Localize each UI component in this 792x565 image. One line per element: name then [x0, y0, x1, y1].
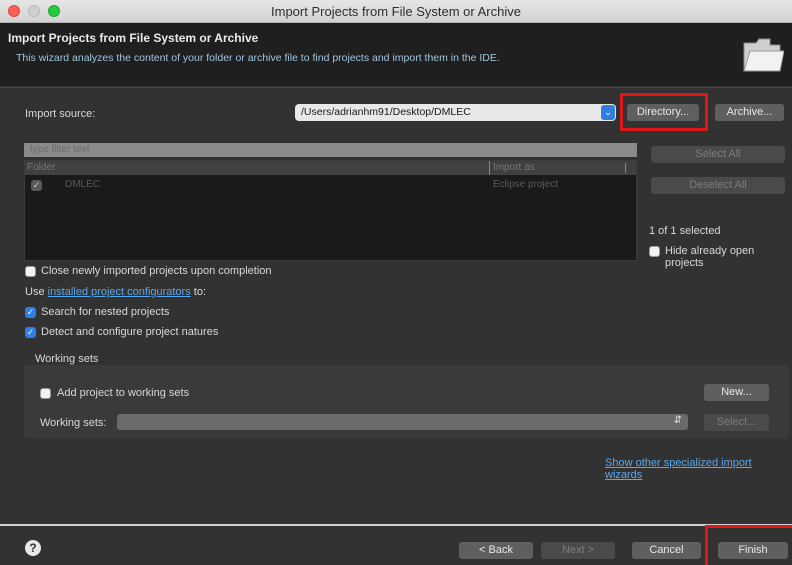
next-button[interactable]: Next >	[541, 542, 615, 559]
wizard-title: Import Projects from File System or Arch…	[8, 31, 259, 45]
new-working-set-button[interactable]: New...	[704, 384, 769, 401]
cancel-button[interactable]: Cancel	[632, 542, 701, 559]
working-sets-label: Working sets:	[40, 417, 107, 429]
filter-input[interactable]: type filter text	[24, 143, 637, 157]
import-source-combo[interactable]: /Users/adrianhm91/Desktop/DMLEC ⌄	[295, 104, 616, 121]
use-suffix: to:	[193, 286, 206, 298]
select-all-button[interactable]: Select All	[651, 146, 785, 163]
chevron-down-icon[interactable]: ⌄	[601, 105, 615, 120]
configurators-link[interactable]: installed project configurators	[48, 286, 191, 298]
window-titlebar: Import Projects from File System or Arch…	[0, 0, 792, 23]
footer-separator	[0, 524, 792, 526]
column-divider	[625, 163, 626, 173]
use-prefix: Use	[25, 286, 45, 298]
column-import-as[interactable]: Import as	[493, 162, 535, 173]
hide-open-checkbox[interactable]	[649, 246, 660, 257]
table-header: Folder Import as	[25, 161, 636, 175]
header-separator	[0, 87, 792, 88]
deselect-all-button[interactable]: Deselect All	[651, 177, 785, 194]
import-source-label: Import source:	[25, 108, 96, 120]
selected-count: 1 of 1 selected	[649, 225, 721, 237]
detect-natures-label: Detect and configure project natures	[41, 326, 219, 338]
hide-open-label: Hide already open projects	[665, 245, 755, 269]
row-folder: DMLEC	[65, 179, 101, 190]
window-title: Import Projects from File System or Arch…	[271, 4, 521, 19]
configurators-line: Use installed project configurators to:	[25, 286, 206, 298]
specialized-wizards-link[interactable]: Show other specialized import wizards	[605, 457, 792, 481]
add-working-set-checkbox[interactable]	[40, 388, 51, 399]
back-button[interactable]: < Back	[459, 542, 533, 559]
detect-natures-checkbox[interactable]: ✓	[25, 327, 36, 338]
row-checkbox[interactable]: ✓	[31, 180, 42, 191]
row-import-as: Eclipse project	[493, 179, 559, 190]
working-sets-combo[interactable]: ⇵	[117, 414, 688, 430]
archive-button[interactable]: Archive...	[715, 104, 784, 121]
select-working-set-button[interactable]: Select...	[704, 414, 769, 431]
wizard-description: This wizard analyzes the content of your…	[16, 52, 500, 64]
add-working-set-label: Add project to working sets	[57, 387, 190, 399]
directory-highlight	[620, 93, 708, 131]
working-sets-title: Working sets	[35, 353, 99, 365]
search-nested-label: Search for nested projects	[41, 306, 170, 318]
close-newly-label: Close newly imported projects upon compl…	[41, 265, 272, 277]
updown-icon: ⇵	[673, 415, 682, 426]
projects-table: Folder Import as ✓ DMLEC Eclipse project	[24, 160, 637, 261]
finish-highlight	[705, 525, 792, 565]
column-divider	[489, 161, 490, 175]
close-newly-checkbox[interactable]	[25, 266, 36, 277]
wizard-header: Import Projects from File System or Arch…	[0, 23, 792, 86]
folder-icon	[743, 38, 784, 72]
table-row[interactable]: ✓ DMLEC Eclipse project	[25, 178, 636, 193]
import-source-value: /Users/adrianhm91/Desktop/DMLEC	[301, 106, 471, 118]
column-folder[interactable]: Folder	[27, 162, 55, 173]
search-nested-checkbox[interactable]: ✓	[25, 307, 36, 318]
help-icon[interactable]: ?	[25, 540, 41, 556]
